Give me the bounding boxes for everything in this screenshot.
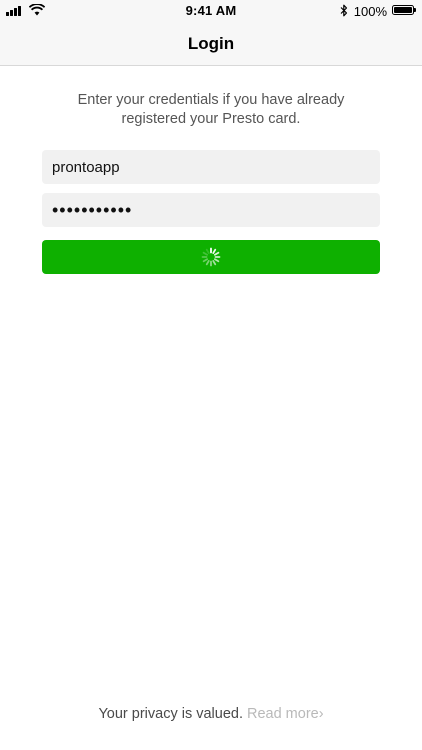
top-bar: 9:41 AM 100% Login (0, 0, 422, 66)
instructions-line-1: Enter your credentials if you have alrea… (77, 92, 345, 108)
read-more-link[interactable]: Read more› (247, 706, 324, 722)
loading-spinner-icon (201, 247, 221, 267)
login-instructions: Enter your credentials if you have alrea… (30, 91, 392, 129)
username-field[interactable] (42, 150, 380, 184)
status-bar: 9:41 AM 100% (0, 0, 422, 22)
privacy-footer: Your privacy is valued. Read more› (0, 706, 422, 722)
privacy-text: Your privacy is valued. (98, 706, 243, 722)
battery-fill (394, 7, 412, 13)
password-field[interactable] (42, 193, 380, 227)
battery-percentage: 100% (353, 4, 387, 19)
instructions-line-2: registered your Presto card. (121, 111, 301, 127)
bluetooth-icon (340, 4, 348, 17)
battery-icon (392, 5, 416, 15)
login-button[interactable] (42, 240, 380, 274)
page-title: Login (187, 34, 235, 53)
